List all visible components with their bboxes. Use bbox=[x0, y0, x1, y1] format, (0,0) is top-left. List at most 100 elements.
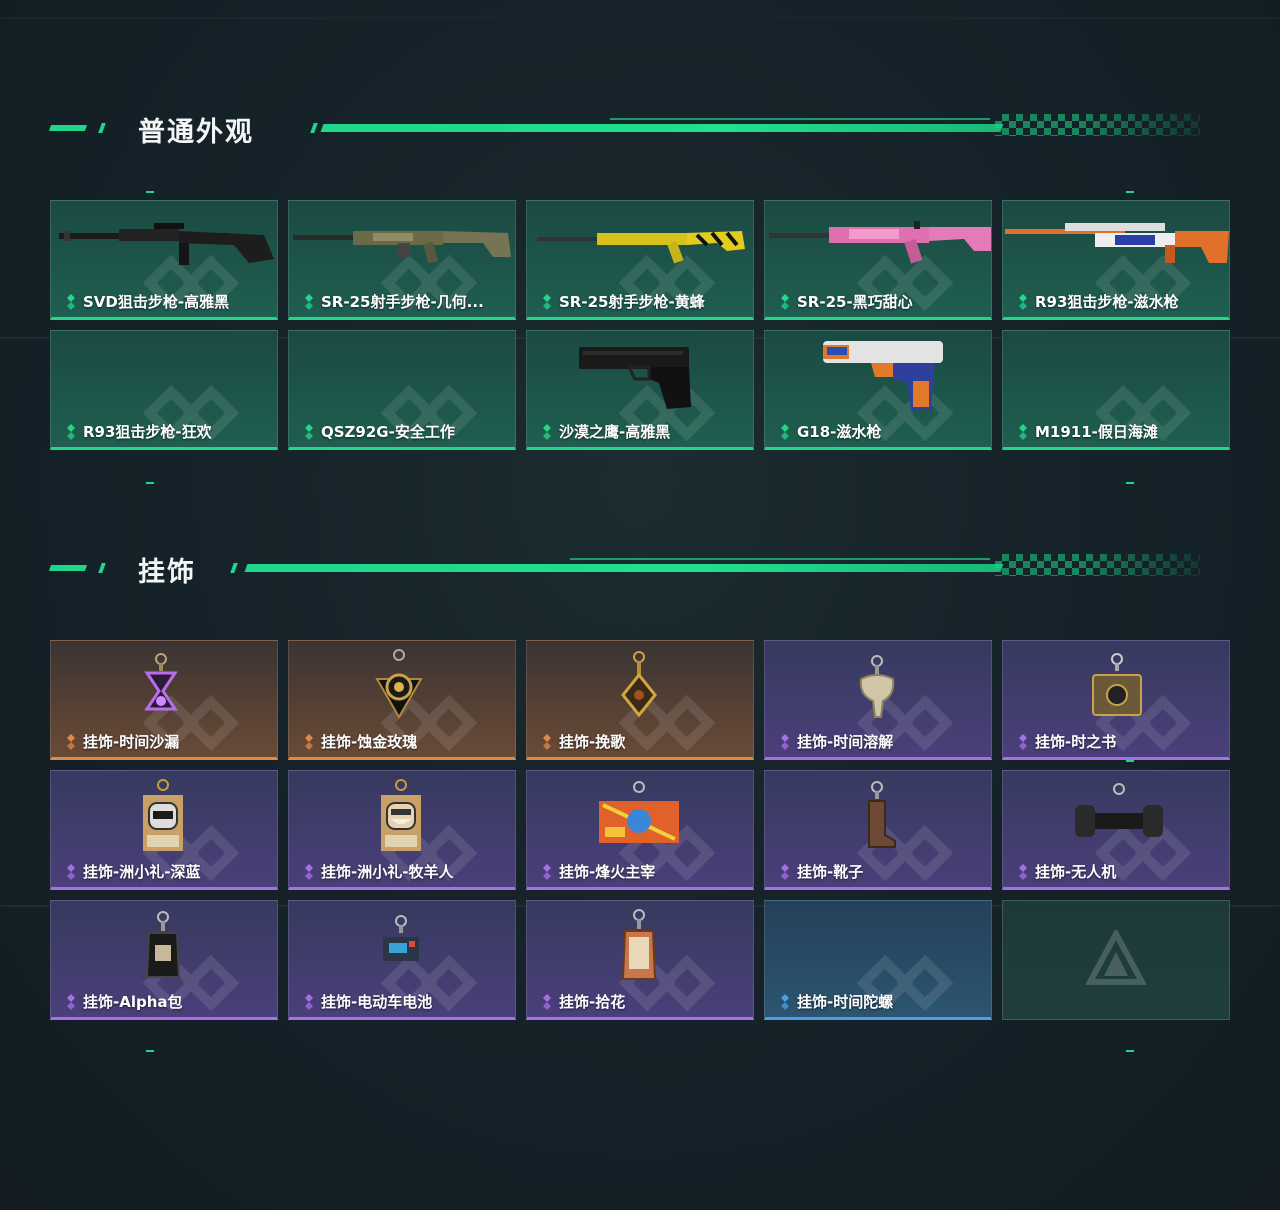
corner-tick bbox=[146, 482, 154, 484]
rarity-diamond-icon bbox=[1019, 423, 1027, 440]
item-label: SR-25射手步枪-黄蜂 bbox=[541, 291, 705, 312]
header-checker-pattern bbox=[995, 554, 1200, 576]
rarity-diamond-icon bbox=[67, 293, 75, 310]
charm-card[interactable]: 挂饰-烽火主宰 bbox=[526, 770, 754, 890]
item-label: 挂饰-Alpha包 bbox=[65, 991, 183, 1012]
rarity-diamond-icon bbox=[781, 293, 789, 310]
item-name: 挂饰-时之书 bbox=[1035, 733, 1117, 751]
header-accent bbox=[98, 563, 106, 573]
rarity-diamond-icon bbox=[781, 993, 789, 1010]
item-name: QSZ92G-安全工作 bbox=[321, 423, 455, 441]
charm-card[interactable]: 挂饰-Alpha包 bbox=[50, 900, 278, 1020]
rarity-diamond-icon bbox=[1019, 733, 1027, 750]
sr25-rifle-yellow-hornet-icon bbox=[537, 231, 745, 264]
item-name: 挂饰-时间陀螺 bbox=[797, 993, 894, 1011]
item-label: 挂饰-洲小礼-深蓝 bbox=[65, 861, 200, 882]
section-header-skins: 普通外观 bbox=[48, 108, 1200, 148]
corner-tick bbox=[146, 191, 154, 193]
item-name: 挂饰-时间溶解 bbox=[797, 733, 894, 751]
skin-card[interactable]: R93狙击步枪-滋水枪 bbox=[1002, 200, 1230, 320]
item-name: 挂饰-蚀金玫瑰 bbox=[321, 733, 418, 751]
item-name: 挂饰-Alpha包 bbox=[83, 993, 183, 1011]
charm-card[interactable]: 挂饰-无人机 bbox=[1002, 770, 1230, 890]
gift-box-blue-charm-icon bbox=[143, 779, 183, 851]
charm-card[interactable]: 挂饰-时之书 bbox=[1002, 640, 1230, 760]
charm-card[interactable] bbox=[1002, 900, 1230, 1020]
item-name: 挂饰-洲小礼-牧羊人 bbox=[321, 863, 454, 881]
header-bar bbox=[244, 564, 1004, 572]
skin-card[interactable]: 沙漠之鹰-高雅黑 bbox=[526, 330, 754, 450]
charm-card[interactable]: 挂饰-靴子 bbox=[764, 770, 992, 890]
rarity-diamond-icon bbox=[67, 733, 75, 750]
item-name: 挂饰-拾花 bbox=[559, 993, 626, 1011]
corner-tick bbox=[1126, 482, 1134, 484]
skin-card[interactable]: R93狙击步枪-狂欢 bbox=[50, 330, 278, 450]
flower-tag-charm-icon bbox=[621, 909, 657, 980]
container-charm-icon bbox=[599, 781, 679, 843]
drone-charm-icon bbox=[1075, 783, 1163, 837]
item-name: 挂饰-洲小礼-深蓝 bbox=[83, 863, 201, 881]
rarity-diamond-icon bbox=[543, 423, 551, 440]
section-header-charms: 挂饰 bbox=[48, 548, 1200, 588]
section-title: 普通外观 bbox=[138, 117, 254, 148]
skins-grid: SVD狙击步枪-高雅黑 SR-25射手步枪-几何... SR-25射手步枪-黄蜂… bbox=[50, 200, 1230, 450]
skin-card[interactable]: SR-25-黑巧甜心 bbox=[764, 200, 992, 320]
skin-card[interactable]: SR-25射手步枪-几何... bbox=[288, 200, 516, 320]
item-name: 挂饰-烽火主宰 bbox=[559, 863, 656, 881]
item-name: SR-25射手步枪-黄蜂 bbox=[559, 293, 705, 311]
item-label: M1911-假日海滩 bbox=[1017, 421, 1158, 442]
item-label: 沙漠之鹰-高雅黑 bbox=[541, 421, 670, 442]
item-label: SVD狙击步枪-高雅黑 bbox=[65, 291, 229, 312]
item-label: 挂饰-挽歌 bbox=[541, 731, 625, 752]
charm-card[interactable]: 挂饰-时间沙漏 bbox=[50, 640, 278, 760]
g18-pistol-water-gun-icon bbox=[823, 341, 943, 411]
item-label: 挂饰-电动车电池 bbox=[303, 991, 432, 1012]
item-label: R93狙击步枪-滋水枪 bbox=[1017, 291, 1179, 312]
charm-card[interactable]: 挂饰-时间陀螺 bbox=[764, 900, 992, 1020]
charm-card[interactable]: 挂饰-蚀金玫瑰 bbox=[288, 640, 516, 760]
rarity-diamond-icon bbox=[305, 993, 313, 1010]
charm-card[interactable]: 挂饰-挽歌 bbox=[526, 640, 754, 760]
item-label: 挂饰-烽火主宰 bbox=[541, 861, 655, 882]
charm-card[interactable]: 挂饰-电动车电池 bbox=[288, 900, 516, 1020]
charm-card[interactable]: 挂饰-洲小礼-牧羊人 bbox=[288, 770, 516, 890]
item-name: 挂饰-电动车电池 bbox=[321, 993, 433, 1011]
item-name: SVD狙击步枪-高雅黑 bbox=[83, 293, 230, 311]
item-name: SR-25射手步枪-几何... bbox=[321, 293, 484, 311]
skin-card[interactable]: QSZ92G-安全工作 bbox=[288, 330, 516, 450]
item-label: R93狙击步枪-狂欢 bbox=[65, 421, 212, 442]
item-name: M1911-假日海滩 bbox=[1035, 423, 1158, 441]
hourglass-charm-icon bbox=[144, 653, 178, 711]
item-label: 挂饰-时之书 bbox=[1017, 731, 1116, 752]
item-name: R93狙击步枪-滋水枪 bbox=[1035, 293, 1179, 311]
skin-card[interactable]: SR-25射手步枪-黄蜂 bbox=[526, 200, 754, 320]
item-name: 挂饰-靴子 bbox=[797, 863, 864, 881]
item-label: G18-滋水枪 bbox=[779, 421, 881, 442]
r93-sniper-water-gun-icon bbox=[1005, 223, 1229, 263]
charm-card[interactable]: 挂饰-时间溶解 bbox=[764, 640, 992, 760]
rarity-diamond-icon bbox=[543, 863, 551, 880]
battery-charm-icon bbox=[383, 915, 419, 961]
skin-card[interactable]: SVD狙击步枪-高雅黑 bbox=[50, 200, 278, 320]
background-lines bbox=[0, 17, 1280, 907]
item-label: SR-25-黑巧甜心 bbox=[779, 291, 913, 312]
book-charm-icon bbox=[1092, 653, 1142, 716]
item-label: SR-25射手步枪-几何... bbox=[303, 291, 484, 312]
header-accent bbox=[230, 563, 238, 573]
item-label: 挂饰-时间沙漏 bbox=[65, 731, 179, 752]
charm-card[interactable]: 挂饰-拾花 bbox=[526, 900, 754, 1020]
rarity-diamond-icon bbox=[1019, 863, 1027, 880]
item-label: 挂饰-无人机 bbox=[1017, 861, 1116, 882]
rarity-diamond-icon bbox=[305, 733, 313, 750]
skin-card[interactable]: M1911-假日海滩 bbox=[1002, 330, 1230, 450]
rarity-diamond-icon bbox=[781, 863, 789, 880]
rarity-diamond-icon bbox=[67, 423, 75, 440]
skin-card[interactable]: G18-滋水枪 bbox=[764, 330, 992, 450]
item-label: QSZ92G-安全工作 bbox=[303, 421, 455, 442]
header-accent bbox=[48, 125, 88, 131]
corner-tick bbox=[1126, 191, 1134, 193]
charm-card[interactable]: 挂饰-洲小礼-深蓝 bbox=[50, 770, 278, 890]
header-accent bbox=[310, 123, 318, 133]
corner-tick bbox=[146, 1050, 154, 1052]
melting-clock-charm-icon bbox=[859, 655, 895, 718]
